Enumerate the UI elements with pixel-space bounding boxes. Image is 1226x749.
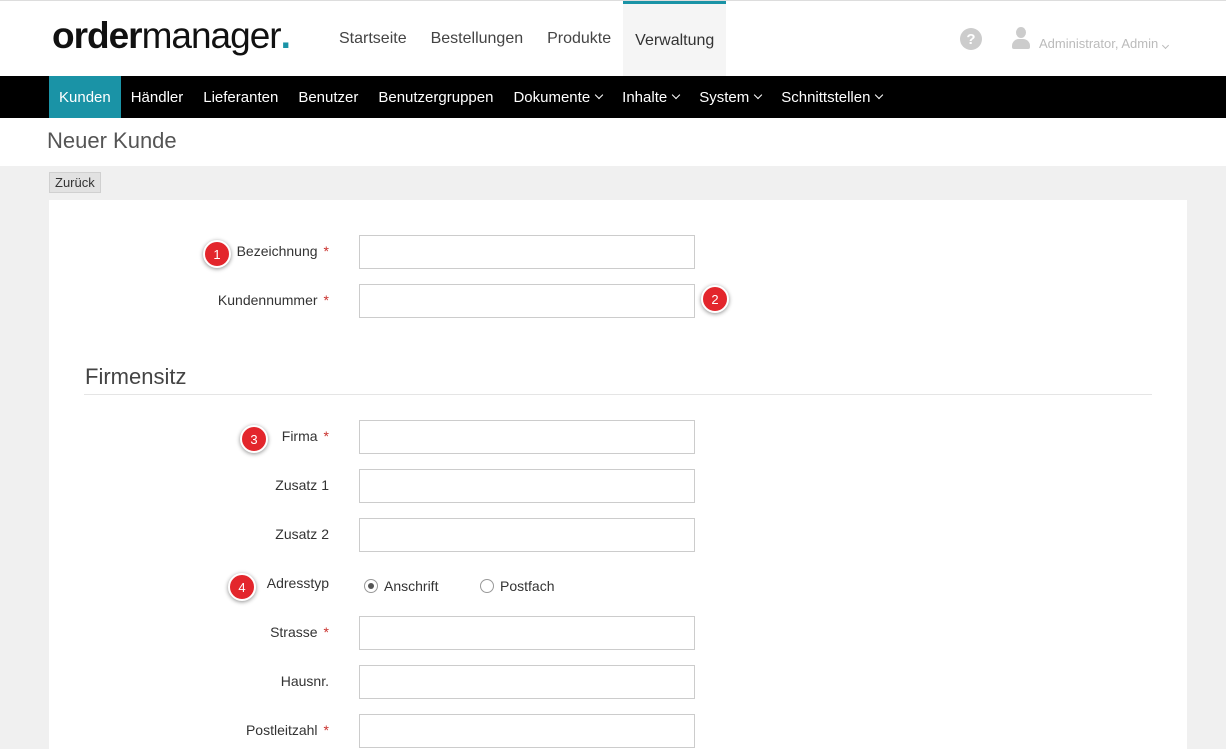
topnav-produkte[interactable]: Produkte bbox=[535, 1, 623, 77]
user-icon[interactable] bbox=[1012, 27, 1030, 51]
radio-anschrift[interactable]: Anschrift bbox=[364, 576, 438, 596]
zusatz2-input[interactable] bbox=[359, 518, 695, 552]
nav-kunden[interactable]: Kunden bbox=[49, 76, 121, 118]
user-menu[interactable]: Administrator, Admin bbox=[1039, 36, 1170, 51]
adresstyp-label: Adresstyp bbox=[266, 575, 329, 591]
top-header: ordermanager. Startseite Bestellungen Pr… bbox=[0, 0, 1226, 77]
back-button[interactable]: Zurück bbox=[49, 172, 101, 193]
chevron-down-icon bbox=[1162, 41, 1170, 50]
firma-input[interactable] bbox=[359, 420, 695, 454]
zusatz2-label: Zusatz 2 bbox=[275, 526, 329, 542]
required-mark: * bbox=[323, 292, 329, 308]
question-circle-icon[interactable]: ? bbox=[960, 28, 982, 50]
brand-logo[interactable]: ordermanager. bbox=[52, 15, 291, 57]
nav-haendler[interactable]: Händler bbox=[121, 76, 194, 118]
nav-system[interactable]: System bbox=[689, 76, 771, 118]
section-divider bbox=[84, 394, 1152, 395]
nav-dokumente[interactable]: Dokumente bbox=[503, 76, 612, 118]
radio-button[interactable] bbox=[480, 579, 494, 593]
postleitzahl-label: Postleitzahl * bbox=[245, 722, 329, 738]
bezeichnung-label: Bezeichnung * bbox=[236, 243, 329, 259]
topnav-startseite[interactable]: Startseite bbox=[327, 1, 419, 77]
annotation-marker-1: 1 bbox=[203, 240, 231, 268]
page-title: Neuer Kunde bbox=[47, 128, 177, 153]
hausnr-label: Hausnr. bbox=[280, 673, 329, 689]
required-mark: * bbox=[323, 243, 329, 259]
main-navigation: Kunden Händler Lieferanten Benutzer Benu… bbox=[0, 76, 1226, 118]
zusatz1-label: Zusatz 1 bbox=[275, 477, 329, 493]
annotation-marker-2: 2 bbox=[701, 285, 729, 313]
hausnr-input[interactable] bbox=[359, 665, 695, 699]
required-mark: * bbox=[323, 722, 329, 738]
chevron-down-icon bbox=[875, 90, 884, 100]
title-bar: Neuer Kunde bbox=[0, 118, 1226, 166]
user-name: Administrator, Admin bbox=[1039, 36, 1159, 51]
nav-benutzergruppen[interactable]: Benutzergruppen bbox=[368, 76, 503, 118]
strasse-label: Strasse * bbox=[270, 624, 329, 640]
firma-label: Firma * bbox=[281, 428, 329, 444]
postleitzahl-input[interactable] bbox=[359, 714, 695, 748]
kundennummer-input[interactable] bbox=[359, 284, 695, 318]
radio-button-checked[interactable] bbox=[364, 579, 378, 593]
chevron-down-icon bbox=[594, 90, 604, 100]
zusatz1-input[interactable] bbox=[359, 469, 695, 503]
top-navigation: Startseite Bestellungen Produkte Verwalt… bbox=[327, 1, 727, 77]
chevron-down-icon bbox=[671, 90, 681, 100]
required-mark: * bbox=[323, 428, 329, 444]
bezeichnung-input[interactable] bbox=[359, 235, 695, 269]
required-mark: * bbox=[323, 624, 329, 640]
section-title-firmensitz: Firmensitz bbox=[85, 364, 187, 389]
nav-inhalte[interactable]: Inhalte bbox=[612, 76, 689, 118]
strasse-input[interactable] bbox=[359, 616, 695, 650]
nav-schnittstellen[interactable]: Schnittstellen bbox=[771, 76, 892, 118]
annotation-marker-4: 4 bbox=[228, 573, 256, 601]
nav-benutzer[interactable]: Benutzer bbox=[288, 76, 368, 118]
nav-lieferanten[interactable]: Lieferanten bbox=[193, 76, 288, 118]
kundennummer-label: Kundennummer * bbox=[217, 292, 329, 308]
chevron-down-icon bbox=[753, 90, 763, 100]
radio-postfach[interactable]: Postfach bbox=[480, 576, 554, 596]
annotation-marker-3: 3 bbox=[240, 425, 268, 453]
topnav-verwaltung[interactable]: Verwaltung bbox=[623, 1, 727, 77]
topnav-bestellungen[interactable]: Bestellungen bbox=[419, 1, 536, 77]
